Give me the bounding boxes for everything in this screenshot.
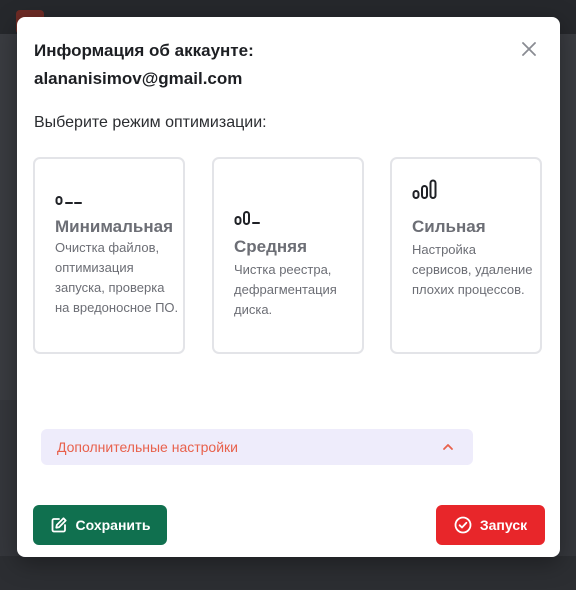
mode-description: Очистка файлов, оптимизация запуска, про… <box>55 240 179 315</box>
advanced-settings-toggle[interactable]: Дополнительные настройки <box>41 429 473 465</box>
account-dialog: Информация об аккаунте: alananisimov@gma… <box>17 17 560 557</box>
mode-name: Средняя <box>234 237 308 256</box>
close-icon <box>522 42 536 56</box>
background-bottom-bar <box>0 556 576 590</box>
account-email: alananisimov@gmail.com <box>34 69 243 88</box>
mode-name: Сильная <box>412 217 486 236</box>
mode-selector: Минимальная Очистка файлов, оптимизация … <box>33 157 545 357</box>
close-button[interactable] <box>518 38 540 60</box>
chevron-up-icon <box>443 444 453 450</box>
dialog-title: Информация об аккаунте: alananisimov@gma… <box>34 37 474 93</box>
mode-prompt: Выберите режим оптимизации: <box>34 114 267 131</box>
run-button[interactable]: Запуск <box>436 505 545 545</box>
check-circle-icon <box>454 516 472 534</box>
run-button-label: Запуск <box>479 517 528 533</box>
advanced-settings-label: Дополнительные настройки <box>57 439 238 455</box>
signal-low-icon <box>55 196 82 205</box>
signal-high-icon <box>412 179 437 199</box>
mode-name: Минимальная <box>55 217 174 236</box>
dialog-title-text: Информация об аккаунте: <box>34 41 254 60</box>
save-button[interactable]: Сохранить <box>33 505 167 545</box>
mode-description: Настройка сервисов, удаление плохих проц… <box>412 242 533 297</box>
mode-card-minimal[interactable]: Минимальная Очистка файлов, оптимизация … <box>33 157 185 354</box>
edit-icon <box>51 517 67 533</box>
mode-description: Чистка реестра, дефрагментация диска. <box>234 262 337 317</box>
mode-card-medium[interactable]: Средняя Чистка реестра, дефрагментация д… <box>212 157 364 354</box>
mode-card-strong[interactable]: Сильная Настройка сервисов, удаление пло… <box>390 157 542 354</box>
save-button-label: Сохранить <box>75 517 151 533</box>
signal-medium-icon <box>234 211 260 225</box>
